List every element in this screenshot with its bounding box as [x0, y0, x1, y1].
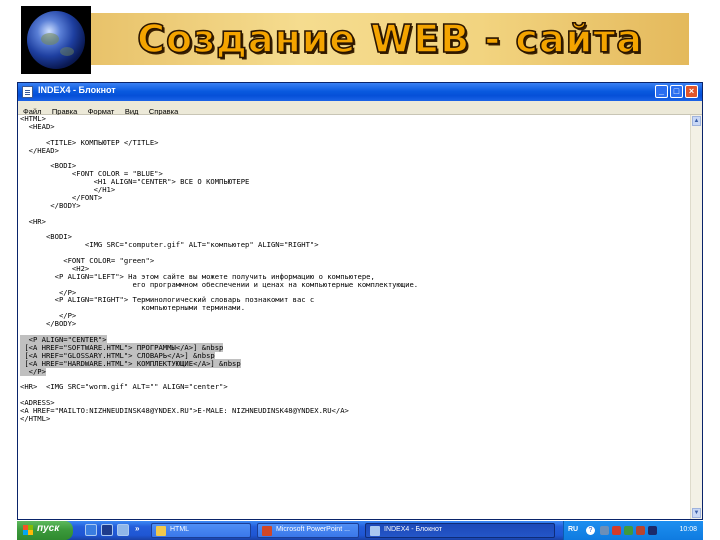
media-icon[interactable] [101, 524, 113, 536]
task-notepad[interactable]: INDEX4 - Блокнот [365, 523, 555, 538]
vertical-scrollbar[interactable]: ▲ ▼ [690, 115, 702, 519]
messenger-icon[interactable] [117, 524, 129, 536]
network-icon[interactable] [600, 526, 609, 535]
code-line: <IMG SRC="computer.gif" ALT="компьютер" … [20, 241, 418, 249]
start-label: пуск [37, 523, 60, 534]
antivirus-icon[interactable] [612, 526, 621, 535]
code-text-span: </HTML> [20, 413, 51, 423]
code-line: <TITLE> КОМПЬЮТЕР </TITLE> [20, 138, 418, 147]
task-html-label: HTML [170, 526, 190, 533]
volume-icon[interactable] [624, 526, 633, 535]
clock: 10:08 [679, 526, 697, 533]
scroll-up-icon[interactable]: ▲ [692, 116, 701, 126]
globe-icon [27, 11, 85, 69]
code-line: </BODY> [20, 320, 418, 328]
folder-icon [156, 526, 166, 536]
task-html[interactable]: HTML [151, 523, 251, 538]
window-titlebar[interactable]: INDEX4 - Блокнот _ □ × [18, 83, 702, 101]
windows-logo-icon [23, 525, 33, 535]
code-text-span: </BODY> [20, 319, 77, 329]
selected-text: </P> [20, 366, 46, 376]
powerpoint-icon [262, 526, 272, 536]
start-button[interactable]: пуск [17, 521, 73, 540]
quick-launch-more-icon[interactable]: » [135, 524, 139, 533]
selected-text: [<A HREF="HARDWARE.HTML"> КОМПЛЕКТУЮЩИЕ<… [20, 358, 241, 368]
code-line: <HR> <IMG SRC="worm.gif" ALT="" ALIGN="c… [20, 383, 418, 391]
system-tray: RU ? 10:08 [563, 521, 703, 540]
code-text-span: <A HREF="MAILTO:NIZHNEUDINSK48@YNDEX.RU"… [20, 405, 349, 415]
slide-title-band: Создание WEB - сайта [91, 13, 689, 65]
taskbar: пуск » HTML Microsoft PowerPoint ... IND… [17, 521, 703, 540]
minimize-button[interactable]: _ [655, 85, 668, 98]
code-line: [<A HREF="HARDWARE.HTML"> КОМПЛЕКТУЮЩИЕ<… [20, 358, 418, 368]
scroll-down-icon[interactable]: ▼ [692, 508, 701, 518]
menu-bar: Файл Правка Формат Вид Справка [18, 101, 702, 116]
globe-image [21, 6, 91, 74]
code-text-span: <HR> [20, 216, 46, 226]
code-line: <A HREF="MAILTO:NIZHNEUDINSK48@YNDEX.RU"… [20, 407, 418, 415]
help-icon[interactable]: ? [586, 526, 595, 535]
code-text-span: <HR> <IMG SRC="worm.gif" ALT="" ALIGN="c… [20, 382, 228, 392]
code-line: <HTML> [20, 115, 418, 123]
keyboard-icon[interactable] [648, 526, 657, 535]
code-line: </P> [20, 366, 418, 376]
slide-header: Создание WEB - сайта [0, 0, 720, 82]
task-powerpoint-label: Microsoft PowerPoint ... [276, 526, 350, 533]
code-line: </P> [20, 312, 418, 320]
code-line: </HTML> [20, 413, 418, 423]
code-text-span: <IMG SRC="computer.gif" ALT="компьютер" … [20, 240, 319, 250]
code-text-span: его программном обеспечении и ценах на к… [20, 279, 419, 289]
code-line: </HEAD> [20, 145, 418, 155]
tray-app-icon[interactable] [636, 526, 645, 535]
window-title: INDEX4 - Блокнот [38, 85, 116, 95]
close-button[interactable]: × [685, 85, 698, 98]
code-text-span: </BODY> [20, 200, 81, 210]
code-line: <HR> [20, 216, 418, 226]
notepad-icon [22, 86, 33, 98]
notepad-window: INDEX4 - Блокнот _ □ × Файл Правка Форма… [17, 82, 703, 520]
code-text-span: </HEAD> [20, 145, 59, 155]
task-notepad-label: INDEX4 - Блокнот [384, 526, 442, 533]
code-line: <HEAD> [20, 121, 418, 131]
maximize-button[interactable]: □ [670, 85, 683, 98]
slide-title: Создание WEB - сайта [136, 16, 643, 62]
code-line: компьютерными терминами. [20, 304, 418, 312]
code-text: <HTML> <HEAD> <TITLE> КОМПЬЮТЕР </TITLE>… [20, 115, 418, 423]
code-line: </BODY> [20, 200, 418, 210]
task-powerpoint[interactable]: Microsoft PowerPoint ... [257, 523, 359, 538]
internet-explorer-icon[interactable] [85, 524, 97, 536]
notepad-icon [370, 526, 380, 536]
code-text-span: <HEAD> [20, 121, 55, 131]
text-editor[interactable]: <HTML> <HEAD> <TITLE> КОМПЬЮТЕР </TITLE>… [18, 115, 690, 519]
language-indicator[interactable]: RU [568, 526, 578, 533]
code-line: его программном обеспечении и ценах на к… [20, 279, 419, 289]
